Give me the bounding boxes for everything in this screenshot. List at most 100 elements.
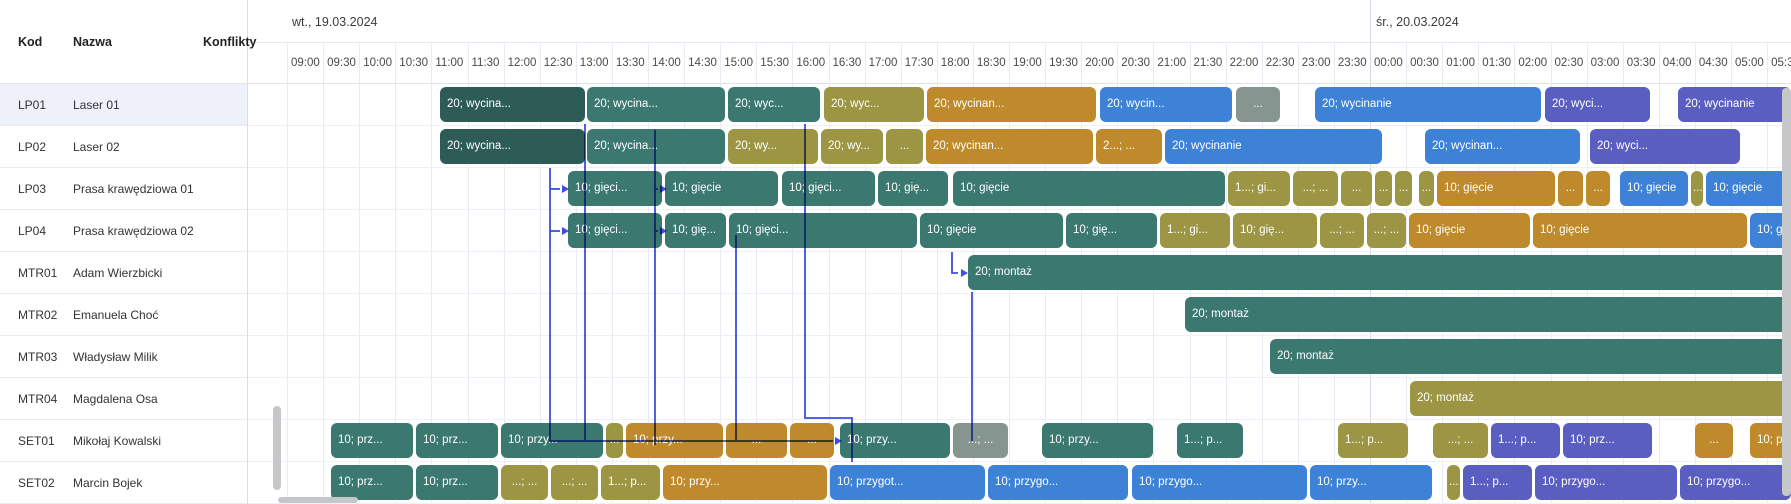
task-bar[interactable]: 1...; p...: [1491, 423, 1560, 458]
resource-name: Laser 02: [73, 140, 120, 154]
task-bar[interactable]: 20; wycinan...: [1425, 129, 1580, 164]
task-bar[interactable]: 10; gięcie: [953, 171, 1225, 206]
task-bar[interactable]: 20; montaż: [968, 255, 1791, 290]
task-bar[interactable]: ...: [1395, 171, 1412, 206]
task-bar[interactable]: 20; wycinan...: [926, 129, 1093, 164]
task-bar[interactable]: 20; wy...: [728, 129, 818, 164]
task-bar[interactable]: 10; gię...: [878, 171, 948, 206]
task-bar[interactable]: ...: [1586, 171, 1610, 206]
task-bar[interactable]: 10; przygo...: [1132, 465, 1307, 500]
task-bar[interactable]: 10; przy...: [1042, 423, 1153, 458]
resource-row-mtr03[interactable]: MTR03 Władysław Milik: [0, 336, 247, 378]
task-bar[interactable]: 10; gięci...: [568, 213, 662, 248]
task-bar[interactable]: 10; gięci...: [568, 171, 662, 206]
resource-row-set02[interactable]: SET02 Marcin Bojek: [0, 462, 247, 504]
task-bar[interactable]: 20; wycina...: [587, 87, 725, 122]
chart-left-scrollbar[interactable]: [273, 406, 281, 490]
task-bar[interactable]: ...; ...: [1320, 213, 1364, 248]
task-bar[interactable]: 10; prz...: [416, 423, 498, 458]
resource-row-set01[interactable]: SET01 Mikołaj Kowalski: [0, 420, 247, 462]
task-bar[interactable]: 10; przygo...: [988, 465, 1128, 500]
resource-code: MTR03: [18, 350, 58, 364]
resource-row-lp01[interactable]: LP01 Laser 01: [0, 84, 247, 126]
task-bar[interactable]: 10; przygo...: [1680, 465, 1791, 500]
resource-row-mtr02[interactable]: MTR02 Emanuela Choć: [0, 294, 247, 336]
schedule-row-mtr03: 20; montaż: [0, 336, 1791, 378]
task-bar[interactable]: 20; wycina...: [440, 129, 585, 164]
task-bar[interactable]: ...; ...: [953, 423, 1008, 458]
task-bar[interactable]: 10; prz...: [331, 423, 413, 458]
task-bar[interactable]: ...: [790, 423, 834, 458]
task-bar[interactable]: 20; wycinan...: [927, 87, 1096, 122]
task-bar[interactable]: 10; gięcie: [1409, 213, 1530, 248]
task-bar[interactable]: ...: [1695, 423, 1733, 458]
task-bar[interactable]: 1...; gi...: [1228, 171, 1290, 206]
task-bar[interactable]: 1...; gi...: [1160, 213, 1230, 248]
task-bar[interactable]: 10; gięcie: [920, 213, 1063, 248]
task-bar[interactable]: 20; wyci...: [1590, 129, 1740, 164]
task-bar[interactable]: 10; prz...: [331, 465, 413, 500]
task-bar[interactable]: ...: [1447, 465, 1460, 500]
task-bar[interactable]: ...: [1375, 171, 1392, 206]
task-bar[interactable]: 1...; p...: [1338, 423, 1408, 458]
task-bar[interactable]: ...: [1691, 171, 1703, 206]
task-bar[interactable]: 20; wyc...: [824, 87, 924, 122]
resource-row-lp03[interactable]: LP03 Prasa krawędziowa 01: [0, 168, 247, 210]
task-bar[interactable]: 10; gię...: [665, 213, 726, 248]
task-bar[interactable]: 10; gięci...: [782, 171, 875, 206]
task-bar[interactable]: 10; przy...: [626, 423, 723, 458]
task-bar[interactable]: ...: [726, 423, 787, 458]
task-bar[interactable]: 1...; p...: [601, 465, 660, 500]
time-tick-label: 22:30: [1265, 57, 1295, 69]
task-bar[interactable]: 20; montaż: [1410, 381, 1791, 416]
task-bar[interactable]: 20; wycina...: [587, 129, 725, 164]
task-bar[interactable]: 20; montaż: [1185, 297, 1791, 332]
task-bar[interactable]: ...; ...: [1433, 423, 1488, 458]
resource-row-lp02[interactable]: LP02 Laser 02: [0, 126, 247, 168]
task-bar[interactable]: ...; ...: [501, 465, 548, 500]
task-bar[interactable]: ...: [1341, 171, 1372, 206]
task-bar[interactable]: 10; gię...: [1066, 213, 1157, 248]
resource-row-mtr04[interactable]: MTR04 Magdalena Osa: [0, 378, 247, 420]
task-bar[interactable]: ...: [886, 129, 923, 164]
task-bar[interactable]: 10; przygo...: [1535, 465, 1677, 500]
task-bar[interactable]: 1...; p...: [1177, 423, 1243, 458]
task-bar[interactable]: 20; wycinanie: [1678, 87, 1791, 122]
task-bar[interactable]: 10; prz...: [1563, 423, 1652, 458]
task-bar[interactable]: 10; przygot...: [830, 465, 985, 500]
task-bar[interactable]: 10; gięcie: [1620, 171, 1688, 206]
task-bar[interactable]: 10; gięcie: [665, 171, 778, 206]
task-bar[interactable]: 20; wycinanie: [1165, 129, 1382, 164]
task-bar[interactable]: 10; gięcie: [1706, 171, 1791, 206]
resource-row-lp04[interactable]: LP04 Prasa krawędziowa 02: [0, 210, 247, 252]
task-bar[interactable]: 20; wycin...: [1100, 87, 1232, 122]
task-bar[interactable]: 10; gięcie: [1533, 213, 1747, 248]
task-bar[interactable]: 1...; p...: [1463, 465, 1532, 500]
resource-panel-header: Kod Nazwa Konflikty: [0, 0, 256, 84]
vertical-scrollbar[interactable]: [1782, 88, 1791, 496]
task-bar[interactable]: 20; wyc...: [728, 87, 820, 122]
task-bar[interactable]: 10; prz...: [416, 465, 498, 500]
task-bar[interactable]: ...: [1236, 87, 1280, 122]
task-bar[interactable]: ...; ...: [1367, 213, 1406, 248]
task-bar[interactable]: 20; wycina...: [440, 87, 585, 122]
task-bar[interactable]: 20; wy...: [821, 129, 883, 164]
task-bar[interactable]: 10; przy...: [501, 423, 603, 458]
task-bar[interactable]: 10; przy...: [840, 423, 950, 458]
task-bar[interactable]: 20; montaż: [1270, 339, 1791, 374]
task-bar[interactable]: ...: [606, 423, 623, 458]
task-bar[interactable]: 10; gięcie: [1437, 171, 1555, 206]
task-bar[interactable]: 2...; ...: [1096, 129, 1162, 164]
task-bar[interactable]: 10; przy...: [663, 465, 827, 500]
task-bar[interactable]: ...: [1558, 171, 1583, 206]
task-bar[interactable]: ...; ...: [551, 465, 598, 500]
task-bar[interactable]: ...; ...: [1293, 171, 1338, 206]
horizontal-scrollbar[interactable]: [278, 497, 358, 503]
task-bar[interactable]: 20; wyci...: [1545, 87, 1650, 122]
task-bar[interactable]: 10; przy...: [1310, 465, 1432, 500]
task-bar[interactable]: ...: [1419, 171, 1434, 206]
task-bar[interactable]: 10; gię...: [1233, 213, 1317, 248]
resource-row-mtr01[interactable]: MTR01 Adam Wierzbicki: [0, 252, 247, 294]
task-bar[interactable]: 20; wycinanie: [1315, 87, 1541, 122]
task-bar[interactable]: 10; gięci...: [729, 213, 917, 248]
